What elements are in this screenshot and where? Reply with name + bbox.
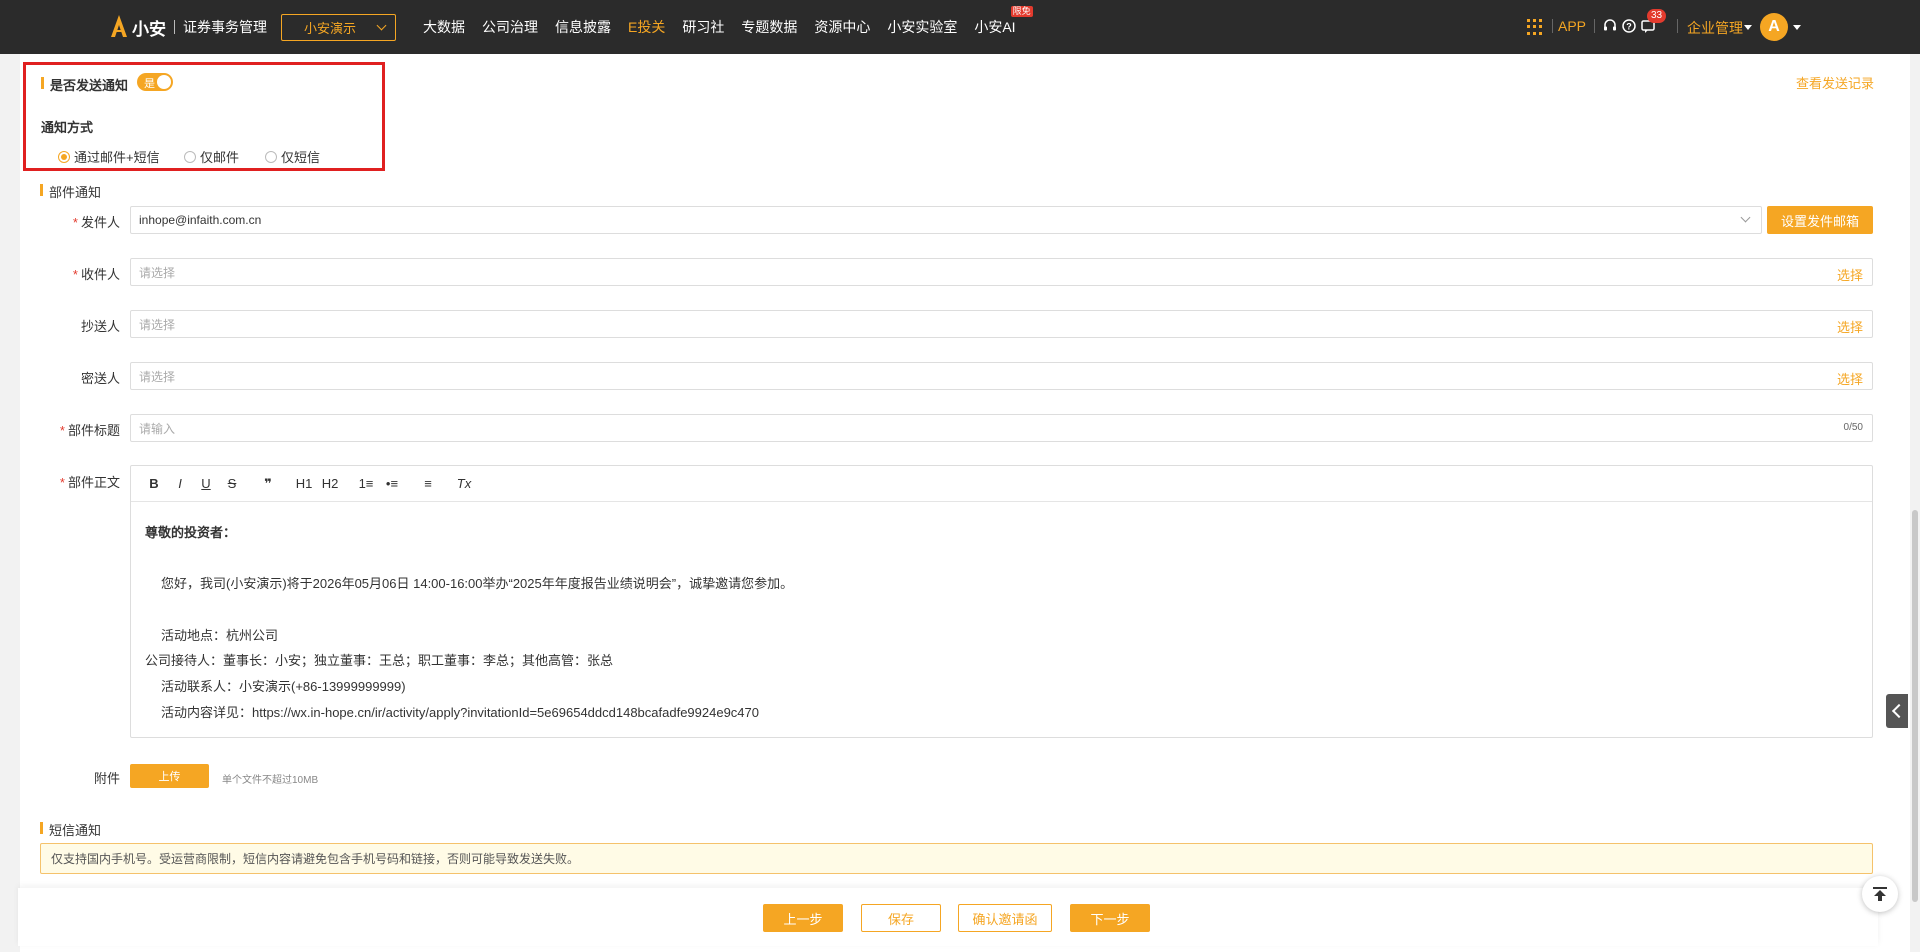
cc-label: 抄送人 [80, 319, 120, 334]
bcc-field[interactable]: 请选择 选择 [130, 362, 1873, 390]
app-link[interactable]: APP [1558, 18, 1586, 34]
page-scrollbar[interactable] [1910, 54, 1920, 952]
quote-icon[interactable]: ❞ [255, 476, 281, 492]
attachment-label: 附件 [93, 771, 120, 786]
nav-item-disclosure[interactable]: 信息披露 [555, 17, 611, 37]
body-invite: 您好，我司(小安演示)将于2026年05月06日 14:00-16:00举办“2… [161, 576, 794, 592]
bcc-select-link[interactable]: 选择 [1837, 369, 1863, 388]
nav-item-e-ir[interactable]: E投关 [628, 17, 665, 37]
avatar[interactable]: A [1760, 13, 1788, 41]
email-section-title: 部件通知 [40, 182, 101, 201]
sms-section-title: 短信通知 [40, 820, 101, 839]
strikethrough-icon[interactable]: S [219, 476, 245, 491]
body-hosts: 公司接待人：董事长：小安；独立董事：王总；职工董事：李总；其他高管：张总 [145, 653, 614, 669]
nav-item-topic-data[interactable]: 专题数据 [741, 17, 797, 37]
divider [1552, 19, 1553, 33]
scrollbar-thumb[interactable] [1912, 510, 1918, 902]
view-send-log-link[interactable]: 查看发送记录 [1796, 73, 1874, 92]
product-name: 证券事务管理 [183, 19, 267, 35]
heading1-icon[interactable]: H1 [291, 476, 317, 491]
free-badge: 限免 [1010, 6, 1033, 17]
next-step-button[interactable]: 下一步 [1070, 904, 1150, 932]
help-icon[interactable]: ? [1621, 18, 1637, 34]
body-greeting: 尊敬的投资者： [145, 525, 237, 540]
divider [1677, 19, 1678, 33]
enterprise-management-menu[interactable]: 企业管理 [1687, 18, 1752, 38]
nav-item-bigdata[interactable]: 大数据 [423, 17, 465, 37]
company-select-value: 小安演示 [304, 21, 357, 36]
body-contact: 活动联系人：小安演示(+86-13999999999) [161, 679, 406, 695]
align-icon[interactable]: ≡ [415, 476, 441, 491]
nav-item-resources[interactable]: 资源中心 [814, 17, 870, 37]
cc-field[interactable]: 请选择 选择 [130, 310, 1873, 338]
sender-select[interactable]: inhope@infaith.com.cn [130, 206, 1762, 234]
logo-text: 小安 [132, 19, 166, 39]
nav-item-lab[interactable]: 小安实验室 [887, 17, 957, 37]
subject-char-counter: 0/50 [1843, 422, 1863, 433]
main-nav: 大数据 公司治理 信息披露 E投关 研习社 专题数据 资源中心 小安实验室 小安… [423, 6, 1033, 37]
sms-warning-text: 仅支持国内手机号。受运营商限制，短信内容请避免包含手机号码和链接，否则可能导致发… [51, 852, 580, 866]
headset-icon[interactable] [1602, 18, 1618, 34]
subject-placeholder: 请输入 [139, 421, 176, 436]
recipient-label: * 收件人 [72, 267, 120, 282]
caret-down-icon[interactable] [1793, 25, 1801, 30]
logo-icon [110, 13, 128, 41]
body-details: 活动内容详见：https://wx.in-hope.cn/ir/activity… [161, 704, 759, 720]
svg-text:?: ? [1626, 22, 1632, 32]
heading2-icon[interactable]: H2 [317, 476, 343, 491]
underline-icon[interactable]: U [193, 476, 219, 491]
sender-value: inhope@infaith.com.cn [139, 213, 262, 227]
body-rich-editor[interactable]: B I U S ❞ H1 H2 1≡ •≡ ≡ Tx 尊敬的投资者： 您好，我司… [130, 465, 1873, 738]
prev-step-button[interactable]: 上一步 [763, 904, 843, 932]
cc-select-link[interactable]: 选择 [1837, 317, 1863, 336]
recipient-field[interactable]: 请选择 选择 [130, 258, 1873, 286]
message-count-badge: 33 [1647, 9, 1667, 23]
upload-button[interactable]: 上传 [130, 764, 209, 788]
bullet-list-icon[interactable]: •≡ [379, 476, 405, 491]
logo[interactable]: 小安 证券事务管理 [110, 13, 267, 41]
editor-content[interactable]: 尊敬的投资者： 您好，我司(小安演示)将于2026年05月06日 14:00-1… [131, 502, 1872, 744]
chevron-down-icon [376, 20, 387, 31]
recipient-placeholder: 请选择 [139, 265, 176, 280]
bold-icon[interactable]: B [141, 476, 167, 491]
side-panel-toggle[interactable] [1886, 694, 1908, 728]
body-label: * 部件正文 [59, 475, 120, 490]
back-to-top-button[interactable] [1862, 876, 1898, 912]
footer-actions: 上一步 保存 确认邀请函 下一步 [18, 888, 1878, 946]
cc-placeholder: 请选择 [139, 317, 176, 332]
save-button[interactable]: 保存 [861, 904, 941, 932]
nav-item-governance[interactable]: 公司治理 [482, 17, 538, 37]
editor-toolbar: B I U S ❞ H1 H2 1≡ •≡ ≡ Tx [131, 466, 1872, 502]
divider [1594, 19, 1595, 33]
chevron-down-icon [1740, 212, 1751, 223]
top-navbar: 小安 证券事务管理 小安演示 大数据 公司治理 信息披露 E投关 研习社 专题数… [0, 0, 1920, 54]
sender-label: * 发件人 [72, 215, 120, 230]
italic-icon[interactable]: I [167, 476, 193, 491]
upload-hint: 单个文件不超过10MB [222, 775, 319, 786]
body-location: 活动地点：杭州公司 [161, 627, 279, 643]
ordered-list-icon[interactable]: 1≡ [353, 476, 379, 491]
bcc-label: 密送人 [80, 371, 120, 386]
set-sender-button[interactable]: 设置发件邮箱 [1767, 206, 1873, 234]
apps-grid-icon[interactable] [1527, 19, 1543, 35]
nav-item-ai-label: 小安AI [974, 19, 1016, 35]
nav-item-academy[interactable]: 研习社 [682, 17, 724, 37]
clear-format-icon[interactable]: Tx [451, 476, 477, 491]
confirm-invitation-button[interactable]: 确认邀请函 [958, 904, 1052, 932]
subject-input[interactable]: 请输入 0/50 [130, 414, 1873, 442]
company-select[interactable]: 小安演示 [281, 14, 396, 41]
arrow-up-icon [1873, 887, 1887, 901]
recipient-select-link[interactable]: 选择 [1837, 265, 1863, 284]
subject-label: * 部件标题 [59, 423, 120, 438]
sms-warning-alert: 仅支持国内手机号。受运营商限制，短信内容请避免包含手机号码和链接，否则可能导致发… [40, 843, 1873, 874]
nav-item-ai[interactable]: 小安AI 限免 [974, 6, 1033, 37]
notify-settings-highlight [23, 62, 385, 171]
logo-divider [174, 20, 175, 34]
bcc-placeholder: 请选择 [139, 369, 176, 384]
